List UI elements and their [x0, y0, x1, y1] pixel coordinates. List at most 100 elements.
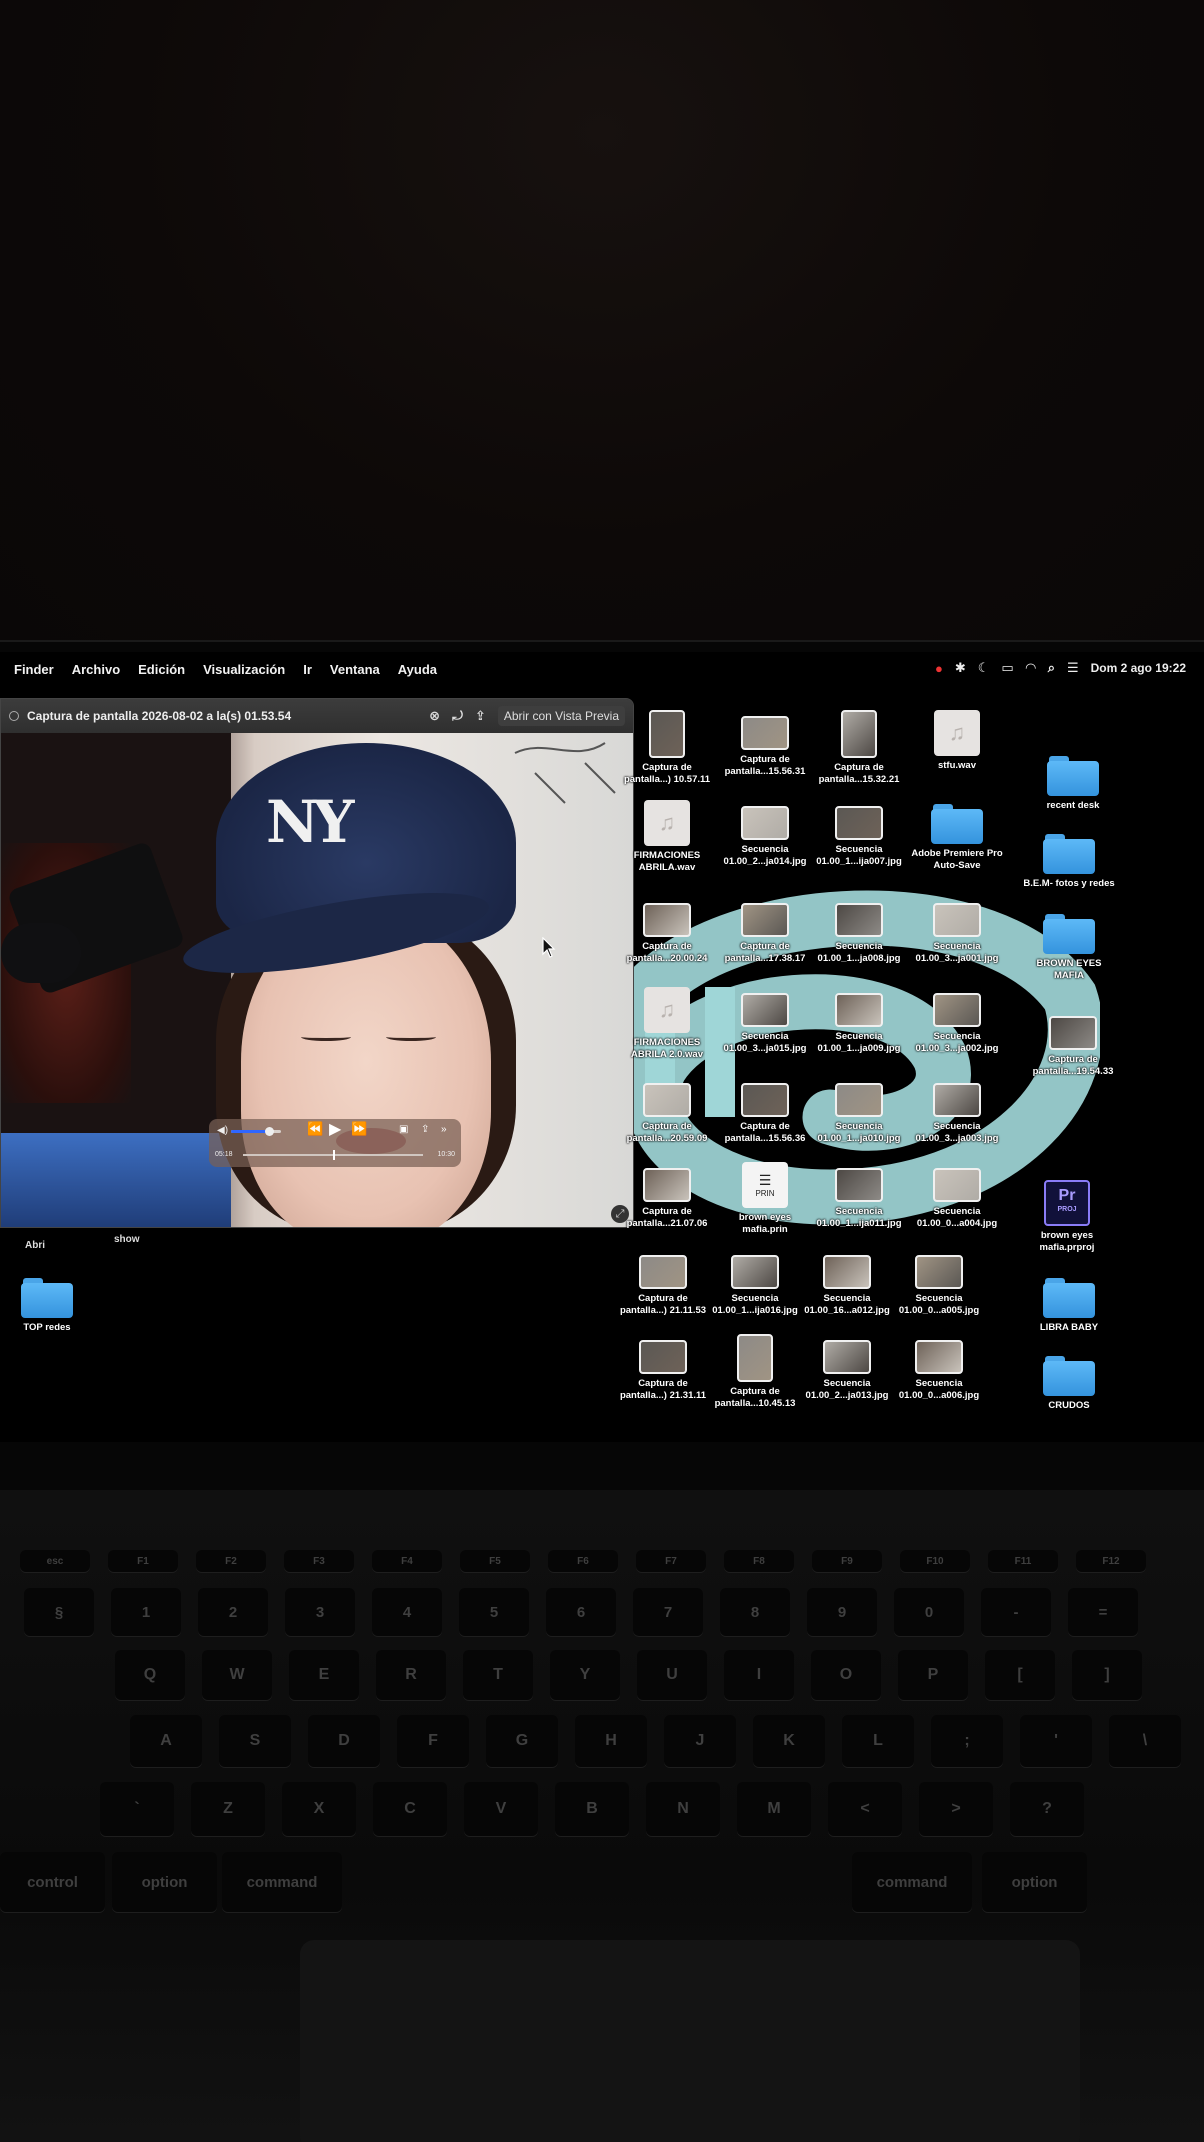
key-d: D — [308, 1715, 380, 1767]
share-icon[interactable]: ⇪ — [421, 1124, 429, 1135]
desktop-icon-image[interactable]: Secuencia 01.00_3...ja002.jpg — [910, 987, 1004, 1055]
desktop-icon-image[interactable]: Captura de pantalla...15.32.21 — [812, 710, 906, 786]
menu-edicion[interactable]: Edición — [138, 662, 185, 677]
scrubber-head[interactable] — [333, 1150, 335, 1160]
desktop-icon-doc[interactable]: ☰ PRIN brown eyes mafia.prin — [718, 1162, 812, 1236]
desktop-icon-label: Secuencia 01.00_1...ja009.jpg — [817, 1031, 901, 1054]
pip-icon[interactable]: ▣ — [399, 1124, 408, 1135]
desktop-icon-image[interactable]: Secuencia 01.00_1...ija011.jpg — [812, 1162, 906, 1230]
share-icon[interactable]: ⇪ — [475, 708, 486, 724]
desktop-icon-image[interactable]: Secuencia 01.00_1...ja010.jpg — [812, 1077, 906, 1145]
search-icon[interactable]: ⌕ — [1048, 660, 1055, 676]
key-i: I — [724, 1650, 794, 1700]
desktop-icon-image[interactable]: Secuencia 01.00_16...a012.jpg — [800, 1249, 894, 1317]
control-center-icon[interactable]: ☰ — [1067, 660, 1079, 676]
desktop-icon-folder[interactable]: BROWN EYES MAFIA — [1022, 910, 1116, 982]
key-w: W — [202, 1650, 272, 1700]
desktop-icon-folder[interactable]: B.E.M- fotos y redes — [1022, 830, 1116, 890]
audio-file-icon: ♫ — [644, 800, 690, 846]
desktop-icon-image[interactable]: Captura de pantalla...20.59.09 — [620, 1077, 714, 1145]
desktop-icon-folder[interactable]: CRUDOS — [1022, 1352, 1116, 1412]
desktop-icon-label: Captura de pantalla...15.32.21 — [818, 762, 900, 785]
folder-icon — [1043, 834, 1095, 874]
moon-icon[interactable]: ☾ — [978, 660, 990, 676]
volume-icon[interactable]: ◀) — [217, 1125, 228, 1136]
desktop-icon-image[interactable]: Captura de pantalla...) 21.11.53 — [616, 1249, 710, 1317]
bluetooth-icon[interactable]: ✱ — [955, 660, 966, 676]
desktop-icon-premiere[interactable]: Pr PROJ brown eyes mafia.prproj — [1020, 1180, 1114, 1254]
desktop-icon-label: stfu.wav — [937, 760, 976, 771]
menu-ventana[interactable]: Ventana — [330, 662, 380, 677]
desktop-icon-image[interactable]: Secuencia 01.00_2...ja013.jpg — [800, 1334, 894, 1402]
menu-archivo[interactable]: Archivo — [72, 662, 120, 677]
wifi-icon[interactable]: ◠ — [1026, 660, 1036, 676]
menu-ir[interactable]: Ir — [303, 662, 312, 677]
desktop-icon-image[interactable]: Secuencia 01.00_2...ja014.jpg — [718, 800, 812, 868]
key-7: 7 — [633, 1588, 703, 1636]
key-t: T — [463, 1650, 533, 1700]
battery-icon[interactable]: ▭ — [1001, 660, 1013, 676]
rewind-icon[interactable]: ⏪ — [307, 1121, 323, 1137]
desktop-icon-image[interactable]: Captura de pantalla...20.00.24 — [620, 897, 714, 965]
desktop-icon-image[interactable]: Captura de pantalla...) 10.57.11 — [620, 710, 714, 786]
key-: \ — [1109, 1715, 1181, 1767]
desktop-icon-image[interactable]: Secuencia 01.00_3...ja001.jpg — [910, 897, 1004, 965]
left-eye — [301, 1033, 351, 1041]
desktop-icon-image[interactable]: Secuencia 01.00_3...ja015.jpg — [718, 987, 812, 1055]
desktop-icon-label: Secuencia 01.00_1...ija007.jpg — [816, 844, 902, 867]
desktop-icon-audio[interactable]: ♫ FIRMACIONES ABRILA.wav — [620, 800, 714, 874]
image-thumbnail-icon — [737, 1334, 773, 1382]
desktop-icon-image[interactable]: Captura de pantalla...15.56.36 — [718, 1077, 812, 1145]
desktop-icon-image[interactable]: Secuencia 01.00_1...ja009.jpg — [812, 987, 906, 1055]
close-icon[interactable] — [9, 711, 19, 721]
menu-clock[interactable]: Dom 2 ago 19:22 — [1091, 661, 1186, 675]
desktop-icon-image[interactable]: Captura de pantalla...) 21.31.11 — [616, 1334, 710, 1402]
open-with-preview-button[interactable]: Abrir con Vista Previa — [497, 706, 625, 726]
desktop-icon-image[interactable]: Captura de pantalla...19.54.33 — [1026, 1010, 1120, 1078]
desktop-icon-label: Adobe Premiere Pro Auto-Save — [911, 848, 1003, 871]
desktop-icon-image[interactable]: Secuencia 01.00_0...a005.jpg — [892, 1249, 986, 1317]
volume-slider[interactable] — [231, 1127, 281, 1136]
desktop-icon-folder[interactable]: LIBRA BABY — [1022, 1274, 1116, 1334]
desktop-icon-image[interactable]: Secuencia 01.00_3...ja003.jpg — [910, 1077, 1004, 1145]
desktop-icon-label: Captura de pantalla...20.59.09 — [626, 1121, 708, 1144]
desktop-icon-image[interactable]: Secuencia 01.00_0...a004.jpg — [910, 1162, 1004, 1230]
menu-visualizacion[interactable]: Visualización — [203, 662, 285, 677]
menu-finder[interactable]: Finder — [14, 662, 54, 677]
record-icon[interactable]: ● — [935, 661, 943, 676]
key-: > — [919, 1782, 993, 1836]
elapsed-time: 05:18 — [215, 1151, 233, 1158]
key-: ? — [1010, 1782, 1084, 1836]
desktop-icon-image[interactable]: Secuencia 01.00_0...a006.jpg — [892, 1334, 986, 1402]
desktop-icon-label: TOP redes — [23, 1322, 71, 1333]
desktop-icon-image[interactable]: Captura de pantalla...15.56.31 — [718, 710, 812, 778]
rotate-icon[interactable]: ⤾ — [452, 708, 463, 724]
desktop-icon-label: Secuencia 01.00_2...ja014.jpg — [723, 844, 807, 867]
scrubber[interactable] — [243, 1150, 423, 1160]
desktop-icon-folder[interactable]: TOP redes — [0, 1274, 94, 1334]
desktop-icon-audio[interactable]: ♫ FIRMACIONES ABRILA 2.0.wav — [620, 987, 714, 1061]
desktop-icon-label: LIBRA BABY — [1039, 1322, 1099, 1333]
desktop-icon-folder[interactable]: recent desk — [1026, 752, 1120, 812]
desktop-icon-label: Captura de pantalla...19.54.33 — [1032, 1054, 1114, 1077]
desktop-icon-image[interactable]: Captura de pantalla...21.07.06 — [620, 1162, 714, 1230]
menu-ayuda[interactable]: Ayuda — [398, 662, 437, 677]
desktop-icon-image[interactable]: Secuencia 01.00_1...ja008.jpg — [812, 897, 906, 965]
desktop-icon-image[interactable]: Secuencia 01.00_1...ija016.jpg — [708, 1249, 802, 1317]
image-thumbnail-icon — [741, 1083, 789, 1117]
more-chevron-icon[interactable]: » — [441, 1124, 447, 1135]
desktop-icon-audio[interactable]: ♫ stfu.wav — [910, 710, 1004, 772]
desktop-icon-image[interactable]: Secuencia 01.00_1...ija007.jpg — [812, 800, 906, 868]
desktop-icon-image[interactable]: Captura de pantalla...10.45.13 — [708, 1334, 802, 1410]
fast-forward-icon[interactable]: ⏩ — [351, 1121, 367, 1137]
play-icon[interactable]: ▶ — [329, 1119, 341, 1139]
image-thumbnail-icon — [639, 1255, 687, 1289]
desktop-icon-image[interactable]: Captura de pantalla...17.38.17 — [718, 897, 812, 965]
desktop-icon-label: Secuencia 01.00_16...a012.jpg — [804, 1293, 890, 1316]
folder-icon — [1043, 1356, 1095, 1396]
volume-knob[interactable] — [264, 1127, 274, 1136]
desktop-icon-folder[interactable]: Adobe Premiere Pro Auto-Save — [910, 800, 1004, 872]
media-player-controls: ◀) ⏪ ▶ ⏩ ▣ ⇪ » 05:18 10:30 — [209, 1119, 461, 1167]
audio-file-icon: ♫ — [934, 710, 980, 756]
markup-icon[interactable]: ⊗ — [429, 708, 440, 724]
